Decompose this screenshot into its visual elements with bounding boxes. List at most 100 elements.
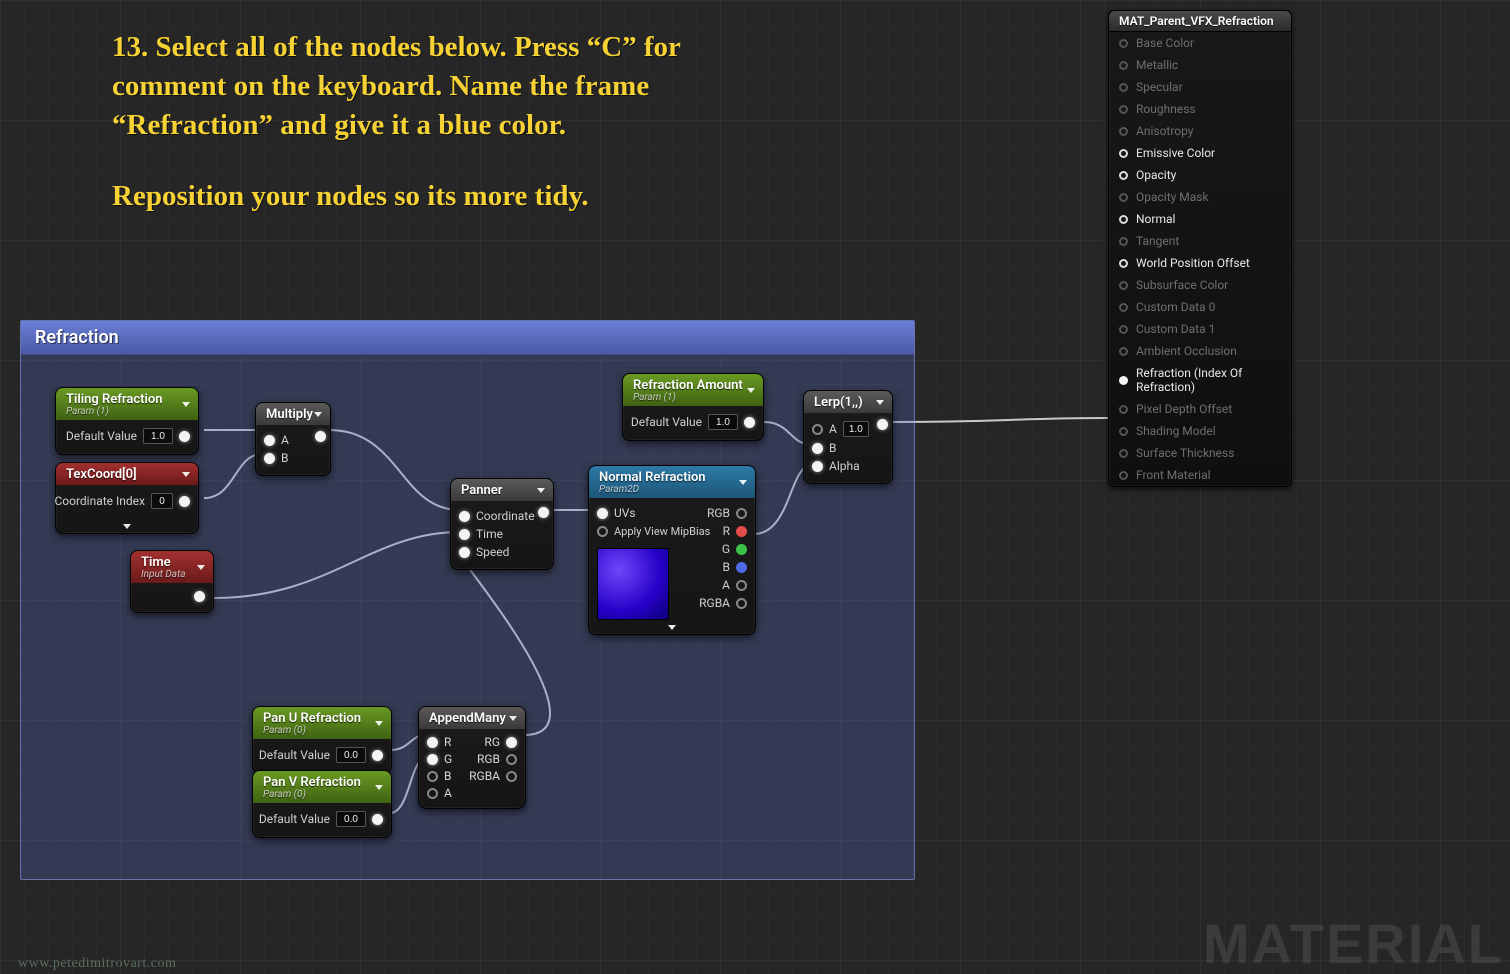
chevron-down-icon[interactable]: [375, 785, 383, 790]
chevron-down-icon[interactable]: [509, 716, 517, 721]
node-pan-v-refraction[interactable]: Pan V Refraction Param (0) Default Value: [252, 770, 392, 838]
input-pin-coordinate[interactable]: [459, 511, 470, 522]
node-title[interactable]: Pan V Refraction Param (0): [253, 771, 391, 803]
output-pin[interactable]: [372, 814, 383, 825]
material-input-pin[interactable]: [1119, 237, 1128, 246]
output-pin[interactable]: [877, 419, 888, 430]
material-output-panel[interactable]: MAT_Parent_VFX_Refraction Base ColorMeta…: [1108, 10, 1292, 487]
node-title[interactable]: Tiling Refraction Param (1): [56, 388, 198, 420]
chevron-down-icon[interactable]: [182, 402, 190, 407]
material-input-pin[interactable]: [1119, 259, 1128, 268]
output-pin-rgba[interactable]: [506, 771, 517, 782]
node-title[interactable]: Normal Refraction Param2D: [589, 466, 755, 498]
material-input-row[interactable]: Opacity Mask: [1109, 186, 1291, 208]
material-input-row[interactable]: Metallic: [1109, 54, 1291, 76]
material-input-pin[interactable]: [1119, 303, 1128, 312]
input-pin-g[interactable]: [427, 754, 438, 765]
input-pin-b[interactable]: [427, 771, 438, 782]
material-input-row[interactable]: Subsurface Color: [1109, 274, 1291, 296]
material-input-pin[interactable]: [1119, 376, 1128, 385]
node-lerp[interactable]: Lerp(1,,) A B Alpha: [803, 390, 893, 484]
output-pin-rgb[interactable]: [736, 508, 747, 519]
input-pin-b[interactable]: [812, 443, 823, 454]
material-input-row[interactable]: Surface Thickness: [1109, 442, 1291, 464]
chevron-down-icon[interactable]: [876, 400, 884, 405]
node-panner[interactable]: Panner Coordinate Time Speed: [450, 478, 554, 570]
node-title[interactable]: Refraction Amount Param (1): [623, 374, 763, 406]
material-input-pin[interactable]: [1119, 193, 1128, 202]
output-pin[interactable]: [744, 417, 755, 428]
material-input-row[interactable]: Pixel Depth Offset: [1109, 398, 1291, 420]
default-value-input[interactable]: [143, 428, 173, 444]
material-input-pin[interactable]: [1119, 347, 1128, 356]
expand-toggle[interactable]: [589, 620, 755, 634]
material-input-row[interactable]: Base Color: [1109, 32, 1291, 54]
coord-index-input[interactable]: [151, 493, 173, 509]
input-pin-a[interactable]: [264, 435, 275, 446]
input-pin-b[interactable]: [264, 453, 275, 464]
material-input-pin[interactable]: [1119, 405, 1128, 414]
output-pin[interactable]: [179, 431, 190, 442]
material-input-pin[interactable]: [1119, 39, 1128, 48]
expand-toggle[interactable]: [56, 519, 198, 533]
node-title[interactable]: Time Input Data: [131, 551, 213, 583]
material-input-pin[interactable]: [1119, 83, 1128, 92]
node-normal-refraction[interactable]: Normal Refraction Param2D UVs RGB Apply …: [588, 465, 756, 635]
chevron-down-icon[interactable]: [197, 565, 205, 570]
material-input-pin[interactable]: [1119, 471, 1128, 480]
node-title[interactable]: AppendMany: [419, 707, 525, 729]
material-input-pin[interactable]: [1119, 427, 1128, 436]
node-pan-u-refraction[interactable]: Pan U Refraction Param (0) Default Value: [252, 706, 392, 774]
input-pin-a[interactable]: [812, 424, 823, 435]
material-input-row[interactable]: World Position Offset: [1109, 252, 1291, 274]
output-pin-g[interactable]: [736, 544, 747, 555]
material-input-pin[interactable]: [1119, 149, 1128, 158]
node-title[interactable]: Lerp(1,,): [804, 391, 892, 413]
material-input-row[interactable]: Roughness: [1109, 98, 1291, 120]
material-input-row[interactable]: Ambient Occlusion: [1109, 340, 1291, 362]
chevron-down-icon[interactable]: [537, 488, 545, 493]
input-pin-alpha[interactable]: [812, 461, 823, 472]
default-value-input[interactable]: [336, 811, 366, 827]
output-pin-rg[interactable]: [506, 737, 517, 748]
output-pin-rgb[interactable]: [506, 754, 517, 765]
input-pin-time[interactable]: [459, 529, 470, 540]
output-pin-r[interactable]: [736, 526, 747, 537]
output-pin[interactable]: [179, 496, 190, 507]
material-input-pin[interactable]: [1119, 171, 1128, 180]
input-pin-speed[interactable]: [459, 547, 470, 558]
material-input-pin[interactable]: [1119, 449, 1128, 458]
output-pin[interactable]: [372, 750, 383, 761]
input-pin-r[interactable]: [427, 737, 438, 748]
lerp-a-value-input[interactable]: [843, 421, 869, 437]
material-input-row[interactable]: Opacity: [1109, 164, 1291, 186]
output-pin[interactable]: [538, 507, 549, 518]
material-input-row[interactable]: Shading Model: [1109, 420, 1291, 442]
chevron-down-icon[interactable]: [182, 472, 190, 477]
comment-frame-title[interactable]: Refraction: [21, 321, 914, 355]
node-refraction-amount[interactable]: Refraction Amount Param (1) Default Valu…: [622, 373, 764, 441]
material-input-row[interactable]: Custom Data 0: [1109, 296, 1291, 318]
input-pin-mip[interactable]: [597, 526, 608, 537]
node-multiply[interactable]: Multiply A B: [255, 402, 331, 476]
node-tiling-refraction[interactable]: Tiling Refraction Param (1) Default Valu…: [55, 387, 199, 455]
default-value-input[interactable]: [708, 414, 738, 430]
output-pin-rgba[interactable]: [736, 598, 747, 609]
material-input-row[interactable]: Normal: [1109, 208, 1291, 230]
node-time[interactable]: Time Input Data: [130, 550, 214, 613]
chevron-down-icon[interactable]: [375, 721, 383, 726]
node-texcoord[interactable]: TexCoord[0] Coordinate Index: [55, 462, 199, 534]
node-title[interactable]: Pan U Refraction Param (0): [253, 707, 391, 739]
chevron-down-icon[interactable]: [747, 388, 755, 393]
material-input-pin[interactable]: [1119, 105, 1128, 114]
default-value-input[interactable]: [336, 747, 366, 763]
output-pin-a[interactable]: [736, 580, 747, 591]
chevron-down-icon[interactable]: [314, 412, 322, 417]
material-input-row[interactable]: Tangent: [1109, 230, 1291, 252]
output-pin[interactable]: [194, 591, 205, 602]
material-input-pin[interactable]: [1119, 127, 1128, 136]
node-appendmany[interactable]: AppendMany R RG G RGB B RGBA A: [418, 706, 526, 809]
material-input-row[interactable]: Refraction (Index Of Refraction): [1109, 362, 1291, 398]
input-pin-uvs[interactable]: [597, 508, 608, 519]
input-pin-a[interactable]: [427, 788, 438, 799]
